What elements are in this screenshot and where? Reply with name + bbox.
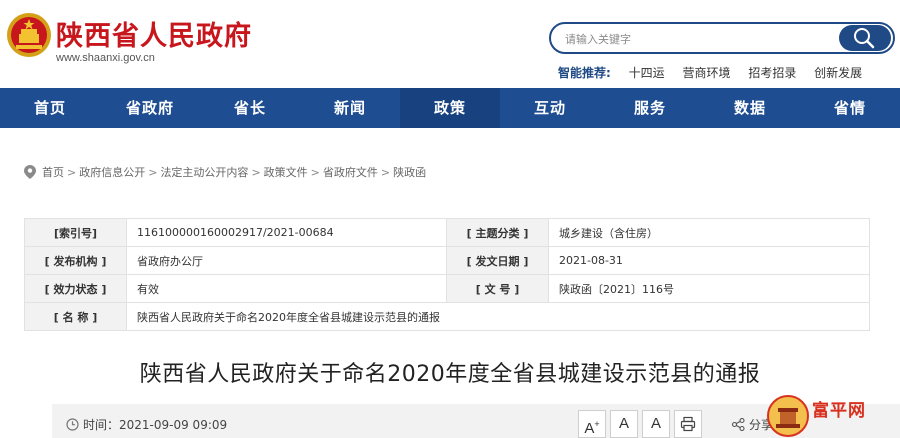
smart-recommend-label: 智能推荐:: [558, 66, 611, 80]
nav-item-news[interactable]: 新闻: [300, 88, 400, 128]
nav-item-policy[interactable]: 政策: [400, 88, 500, 128]
share-icon: [732, 418, 745, 431]
breadcrumb-gov-docs[interactable]: 省政府文件: [323, 164, 378, 180]
smart-item[interactable]: 十四运: [629, 66, 665, 80]
meta-index-label: [索引号]: [24, 218, 127, 247]
site-header: 陕西省人民政府 www.shaanxi.gov.cn 智能推荐: 十四运 营商环…: [0, 0, 900, 88]
meta-index-value: 116100000160002917/2021-00684: [126, 218, 447, 247]
location-pin-icon: [24, 165, 36, 179]
meta-name-value: 陕西省人民政府关于命名2020年度全省县城建设示范县的通报: [126, 302, 870, 331]
print-button[interactable]: [674, 410, 702, 438]
meta-issuer-value: 省政府办公厅: [126, 246, 447, 275]
table-row: [索引号] 116100000160002917/2021-00684 [ 主题…: [24, 218, 870, 247]
search-button[interactable]: [839, 25, 891, 51]
nav-item-government[interactable]: 省政府: [100, 88, 200, 128]
smart-item[interactable]: 创新发展: [814, 66, 862, 80]
breadcrumb-policy-docs[interactable]: 政策文件: [264, 164, 308, 180]
meta-topic-label: [ 主题分类 ]: [446, 218, 549, 247]
breadcrumb-home[interactable]: 首页: [42, 164, 64, 180]
search-input[interactable]: [565, 30, 835, 48]
smart-item[interactable]: 招考招录: [748, 66, 796, 80]
watermark-text: 富平网: [812, 401, 866, 421]
meta-name-label: [ 名 称 ]: [24, 302, 127, 331]
meta-status-label: [ 效力状态 ]: [24, 274, 127, 303]
nav-item-interaction[interactable]: 互动: [500, 88, 600, 128]
meta-docno-label: [ 文 号 ]: [446, 274, 549, 303]
breadcrumb-info-disclosure[interactable]: 政府信息公开: [79, 164, 145, 180]
search-icon: [854, 28, 875, 49]
breadcrumb: 首页 > 政府信息公开 > 法定主动公开内容 > 政策文件 > 省政府文件 > …: [24, 164, 426, 180]
font-large-label: A: [584, 420, 595, 437]
table-row: [ 名 称 ] 陕西省人民政府关于命名2020年度全省县城建设示范县的通报: [24, 302, 870, 331]
font-size-large-button[interactable]: A+: [578, 410, 606, 438]
meta-docno-value: 陕政函〔2021〕116号: [548, 274, 870, 303]
table-row: [ 发布机构 ] 省政府办公厅 [ 发文日期 ] 2021-08-31: [24, 246, 870, 275]
table-row: [ 效力状态 ] 有效 [ 文 号 ] 陕政函〔2021〕116号: [24, 274, 870, 303]
site-title[interactable]: 陕西省人民政府: [56, 14, 252, 53]
breadcrumb-separator: >: [380, 165, 391, 179]
breadcrumb-separator: >: [67, 165, 77, 179]
main-nav: 首页 省政府 省长 新闻 政策 互动 服务 数据 省情: [0, 88, 900, 128]
watermark-emblem-icon: [767, 395, 809, 437]
nav-item-data[interactable]: 数据: [700, 88, 800, 128]
breadcrumb-separator: >: [310, 165, 320, 179]
meta-status-value: 有效: [126, 274, 447, 303]
clock-icon: [66, 418, 79, 431]
font-large-plus: +: [594, 419, 600, 429]
smart-recommend: 智能推荐: 十四运 营商环境 招考招录 创新发展: [558, 64, 876, 81]
nav-item-home[interactable]: 首页: [0, 88, 100, 128]
meta-topic-value: 城乡建设（含住房）: [548, 218, 870, 247]
breadcrumb-current: 陕政函: [393, 166, 427, 179]
meta-date-label: [ 发文日期 ]: [446, 246, 549, 275]
article-title: 陕西省人民政府关于命名2020年度全省县城建设示范县的通报: [139, 362, 761, 387]
publish-time: 时间：2021-09-09 09:09: [66, 416, 227, 433]
meta-date-value: 2021-08-31: [548, 246, 870, 275]
font-size-small-button[interactable]: A: [642, 410, 670, 438]
nav-item-governor[interactable]: 省长: [200, 88, 300, 128]
search-box: [549, 22, 895, 54]
breadcrumb-separator: >: [148, 165, 158, 179]
breadcrumb-statutory[interactable]: 法定主动公开内容: [160, 164, 248, 180]
breadcrumb-separator: >: [251, 165, 261, 179]
publish-time-text: 时间：2021-09-09 09:09: [83, 418, 228, 432]
nav-item-province-info[interactable]: 省情: [800, 88, 900, 128]
national-emblem-icon[interactable]: [6, 12, 52, 58]
site-domain: www.shaanxi.gov.cn: [56, 52, 155, 64]
meta-issuer-label: [ 发布机构 ]: [24, 246, 127, 275]
watermark-logo: 富平网: [766, 392, 900, 438]
printer-icon: [680, 416, 696, 432]
font-size-medium-button[interactable]: A: [610, 410, 638, 438]
smart-item[interactable]: 营商环境: [682, 66, 730, 80]
document-meta-table: [索引号] 116100000160002917/2021-00684 [ 主题…: [24, 218, 870, 331]
nav-item-service[interactable]: 服务: [600, 88, 700, 128]
